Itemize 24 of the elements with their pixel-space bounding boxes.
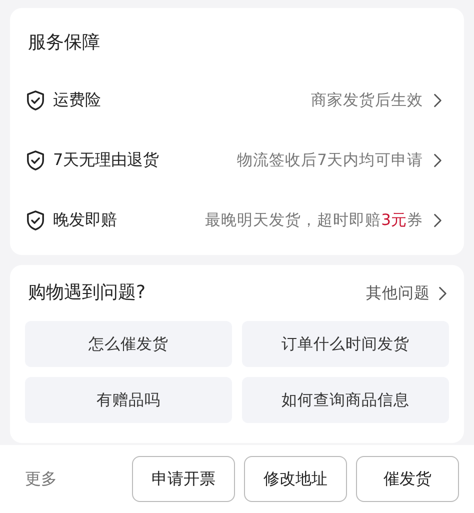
chevron-right-icon — [433, 212, 442, 228]
card-title: 购物遇到问题? — [28, 281, 146, 305]
action-button[interactable]: 申请开票 — [132, 456, 235, 502]
more-link[interactable]: 更多 — [25, 468, 57, 490]
action-button[interactable]: 修改地址 — [244, 456, 347, 502]
service-detail[interactable]: 最晚明天发货，超时即赔3元券 — [205, 210, 423, 230]
shield-check-icon — [26, 150, 45, 170]
chevron-right-icon — [433, 152, 442, 168]
service-name: 运费险 — [53, 90, 101, 110]
shield-check-icon — [26, 90, 45, 110]
question-button[interactable]: 订单什么时间发货 — [242, 321, 449, 367]
question-button[interactable]: 有赠品吗 — [25, 377, 232, 423]
service-detail[interactable]: 商家发货后生效 — [311, 90, 423, 110]
action-button[interactable]: 催发货 — [356, 456, 459, 502]
chevron-right-icon — [438, 286, 447, 300]
service-detail[interactable]: 物流签收后7天内均可申请 — [237, 150, 423, 170]
other-questions-link[interactable]: 其他问题 — [366, 282, 447, 304]
service-name: 晚发即赔 — [53, 210, 117, 230]
service-name: 7天无理由退货 — [53, 150, 160, 170]
question-button[interactable]: 怎么催发货 — [25, 321, 232, 367]
question-button[interactable]: 如何查询商品信息 — [242, 377, 449, 423]
chevron-right-icon — [433, 92, 442, 108]
shield-check-icon — [26, 210, 45, 230]
card-title: 服务保障 — [28, 31, 101, 55]
